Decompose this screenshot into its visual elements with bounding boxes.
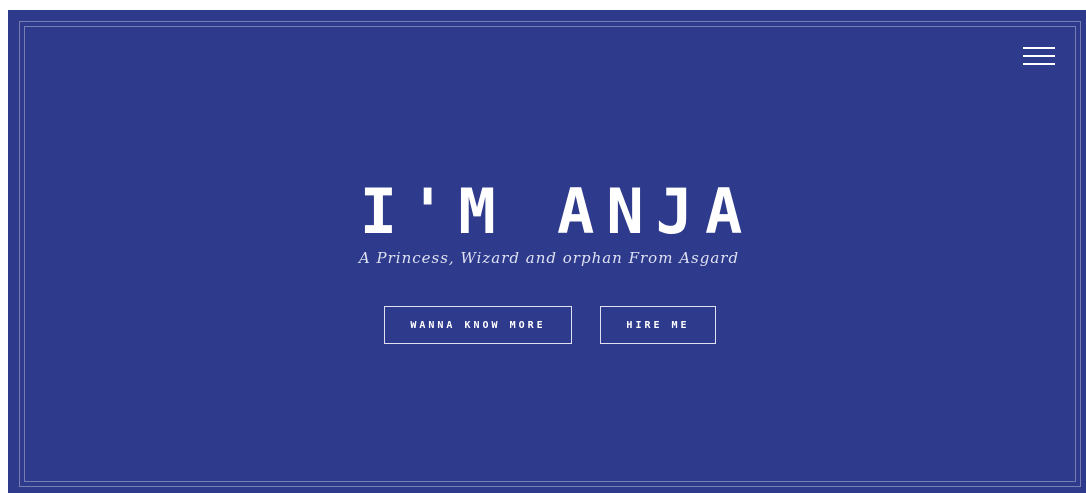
hire-me-button[interactable]: HIRE ME [600, 306, 716, 344]
hero-title: I'M ANJA [359, 175, 755, 248]
menu-bar-bottom [1023, 63, 1055, 65]
menu-bar-top [1023, 47, 1055, 49]
hero-subtitle: A Princess, Wizard and orphan From Asgar… [358, 249, 740, 267]
hero-section: I'M ANJA A Princess, Wizard and orphan F… [8, 10, 1086, 493]
wanna-know-more-button[interactable]: WANNA KNOW MORE [384, 306, 572, 344]
menu-bar-middle [1023, 55, 1055, 57]
hamburger-menu-icon[interactable] [1023, 47, 1055, 67]
